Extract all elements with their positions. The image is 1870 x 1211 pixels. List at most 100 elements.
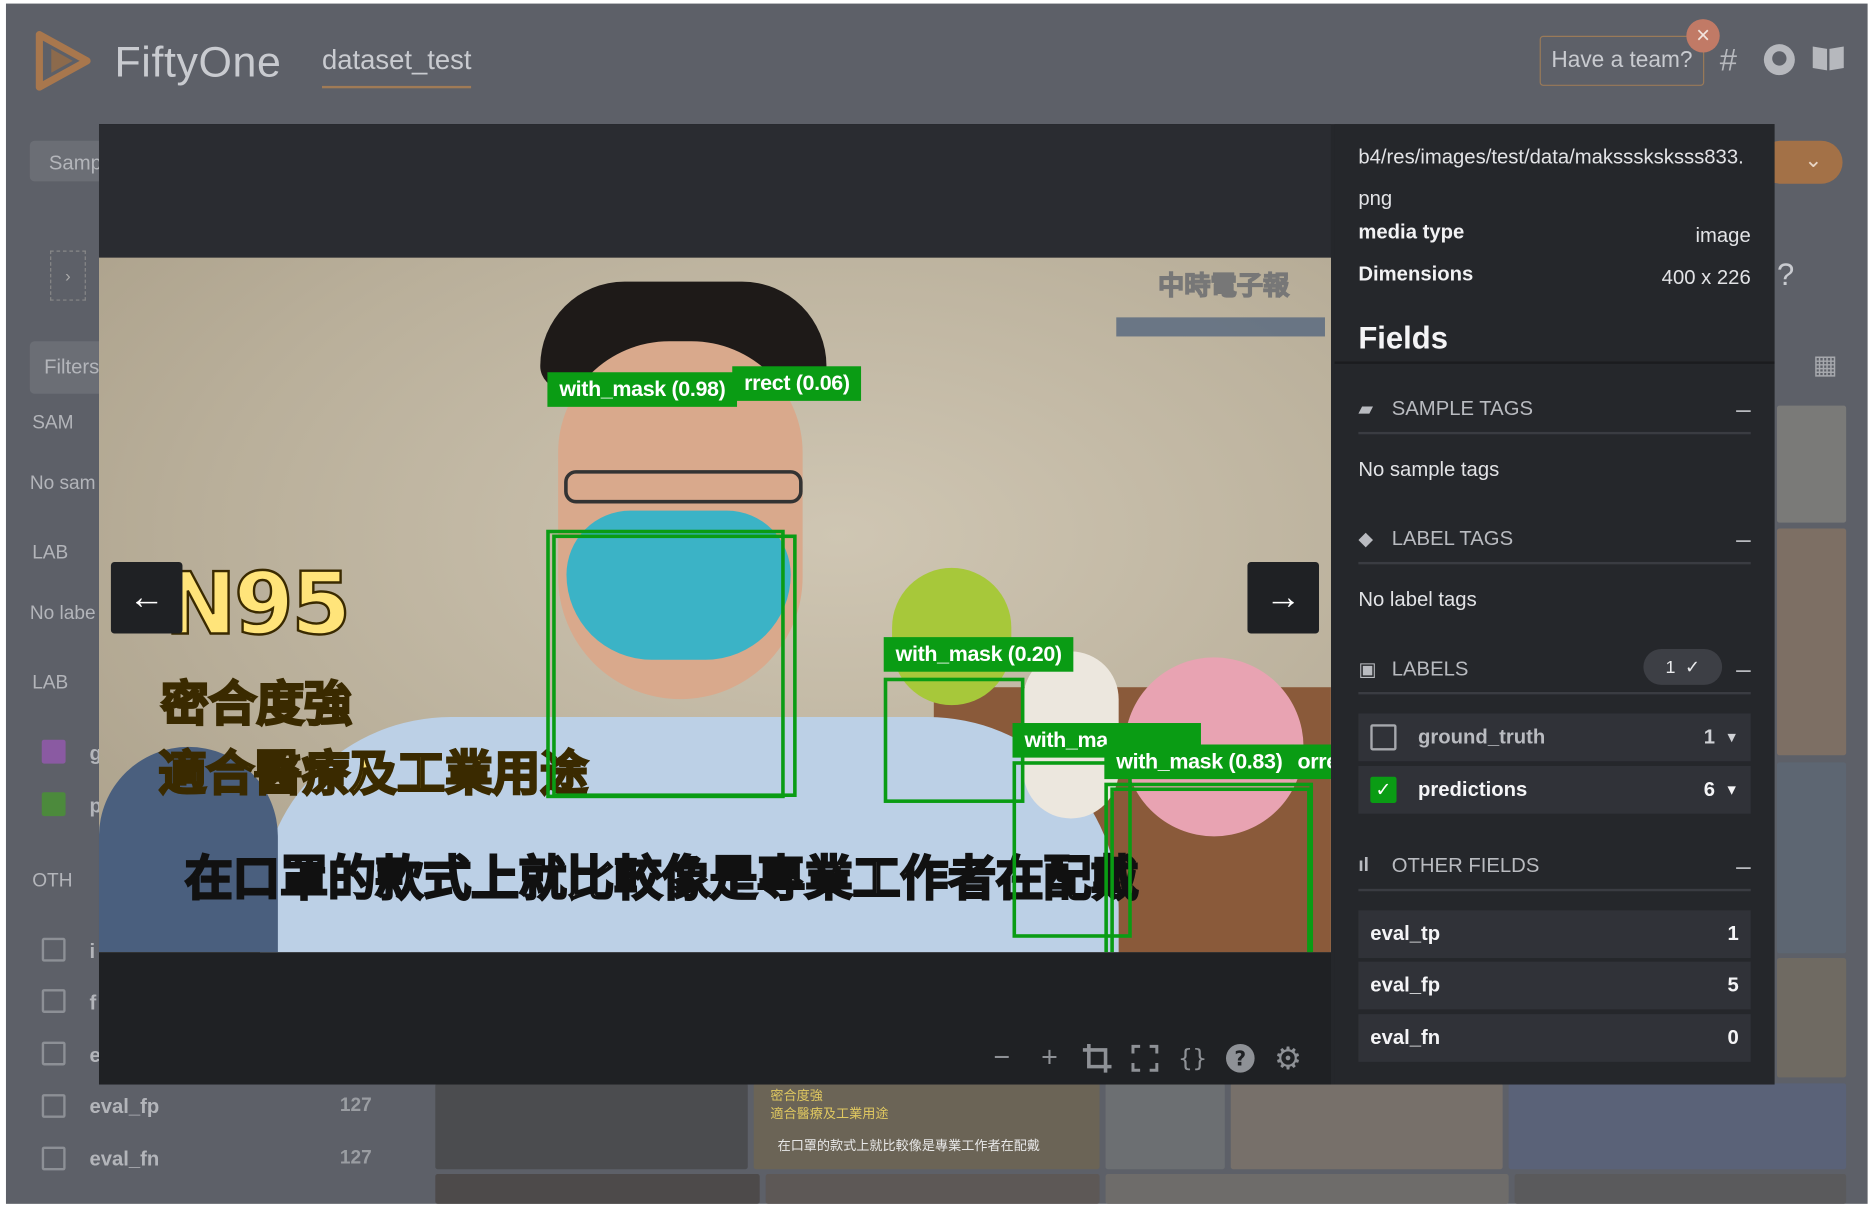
help-icon[interactable]: ? — [1224, 1042, 1257, 1075]
check-icon: ✓ — [1684, 657, 1700, 678]
zoom-out-icon[interactable]: − — [985, 1042, 1018, 1075]
zoom-in-icon[interactable]: + — [1033, 1042, 1066, 1075]
bg-sample-tags-header: SAM — [32, 412, 74, 434]
collapse-icon[interactable]: – — [1736, 656, 1751, 682]
thumbnail[interactable] — [1776, 528, 1847, 756]
bg-eval-fp-count: 127 — [339, 1095, 372, 1116]
thumbnail[interactable] — [1105, 1083, 1225, 1170]
other-field-value: 0 — [1727, 1026, 1739, 1049]
detection-label: with_mask (0.20) — [883, 637, 1074, 672]
sample-image[interactable]: 中時電子報 N95 密合度強 適合醫療及工業用途 在口罩的款式上就比較像是專業工… — [98, 257, 1331, 953]
other-field-name: eval_fn — [1370, 1026, 1441, 1049]
thumbnail[interactable] — [435, 1174, 760, 1204]
label-field-row-ground-truth[interactable]: ground_truth 1 ▼ — [1358, 713, 1751, 762]
fullscreen-icon[interactable] — [1128, 1042, 1161, 1075]
image-caption-line2: 適合醫療及工業用途 — [157, 746, 589, 803]
app-header: FiftyOne dataset_test Have a team? × # — [6, 4, 1868, 121]
sample-modal: 中時電子報 N95 密合度強 適合醫療及工業用途 在口罩的款式上就比較像是專業工… — [98, 124, 1775, 1085]
thumbnail[interactable] — [765, 1174, 1100, 1204]
detection-box[interactable] — [883, 677, 1025, 803]
sample-tags-header[interactable]: ▰ SAMPLE TAGS – — [1358, 387, 1751, 435]
viewer-toolbar: − + {} ? ⚙ — [985, 1040, 1305, 1076]
fields-title: Fields — [1358, 319, 1448, 356]
previous-sample-button[interactable]: ← — [110, 561, 183, 634]
tag-icon: ▰ — [1358, 399, 1374, 420]
image-viewer[interactable]: 中時電子報 N95 密合度強 適合醫療及工業用途 在口罩的款式上就比較像是專業工… — [98, 124, 1331, 1085]
crop-icon[interactable] — [1080, 1042, 1113, 1075]
label-tag-icon: ◆ — [1358, 529, 1374, 551]
bg-field-checkbox[interactable] — [41, 937, 66, 962]
settings-gear-icon[interactable]: ⚙ — [1271, 1040, 1304, 1076]
chevron-down-icon[interactable]: ▼ — [1725, 781, 1739, 798]
collapse-icon[interactable]: – — [1736, 526, 1751, 552]
fiftyone-logo-icon[interactable] — [30, 27, 97, 100]
thumbnail[interactable] — [1514, 1174, 1847, 1204]
other-field-row[interactable]: eval_tp 1 — [1358, 910, 1751, 959]
detection-label: orre — [1290, 744, 1331, 780]
filepath: b4/res/images/test/data/maksssksksss833.… — [1358, 145, 1744, 210]
slack-icon[interactable]: # — [1720, 42, 1737, 79]
collapse-icon[interactable]: – — [1736, 852, 1751, 879]
bg-predictions-checkbox[interactable] — [41, 792, 66, 817]
bg-eval-fn-checkbox[interactable] — [41, 1146, 66, 1171]
other-field-name: eval_tp — [1370, 922, 1441, 945]
no-sample-tags: No sample tags — [1358, 458, 1500, 481]
collapse-icon[interactable]: – — [1736, 396, 1751, 422]
chevron-down-icon[interactable]: ▼ — [1725, 729, 1739, 746]
chevron-down-icon: ⌄ — [1804, 147, 1823, 172]
next-sample-button[interactable]: → — [1247, 561, 1320, 634]
detection-box[interactable] — [546, 529, 785, 799]
brand-name: FiftyOne — [114, 36, 282, 86]
label-field-row-predictions[interactable]: ✓ predictions 6 ▼ — [1358, 765, 1751, 814]
bg-field-checkbox[interactable] — [41, 1041, 66, 1066]
svg-text:?: ? — [1234, 1046, 1246, 1070]
help-icon[interactable]: ? — [1777, 257, 1794, 294]
bg-eval-fn-label: eval_fn — [89, 1147, 160, 1171]
ground-truth-checkbox[interactable] — [1370, 724, 1397, 751]
predictions-checkbox[interactable]: ✓ — [1370, 776, 1397, 803]
thumbnail[interactable] — [1776, 958, 1847, 1078]
dataset-name[interactable]: dataset_test — [322, 44, 472, 89]
thumbnail[interactable] — [1105, 1174, 1509, 1204]
thumb-caption: 密合度強 — [770, 1089, 823, 1104]
close-icon[interactable]: × — [1686, 19, 1720, 53]
label-tags-header[interactable]: ◆ LABEL TAGS – — [1358, 517, 1751, 565]
image-caption-bottom: 在口罩的款式上就比較像是專業工作者在配戴 — [184, 851, 1140, 908]
sample-sidebar: b4/res/images/test/data/maksssksksss833.… — [1334, 124, 1775, 1085]
thumb-caption: 在口罩的款式上就比較像是專業工作者在配戴 — [777, 1139, 1040, 1154]
github-icon[interactable] — [1761, 42, 1797, 86]
grid-icon[interactable]: ▦ — [1813, 350, 1838, 381]
thumbnail[interactable] — [1230, 1083, 1503, 1170]
labels-selected-badge[interactable]: 1 ✓ — [1643, 649, 1723, 685]
dimensions-row: Dimensions 400 x 226 — [1358, 262, 1750, 289]
thumbnail[interactable] — [1776, 405, 1847, 523]
bg-field-checkbox[interactable] — [41, 989, 66, 1013]
other-field-name: eval_fp — [1370, 973, 1441, 997]
divider — [1334, 361, 1775, 364]
bg-field-label: i — [89, 940, 96, 963]
have-a-team-button[interactable]: Have a team? — [1539, 35, 1705, 86]
media-type-key: media type — [1358, 220, 1465, 244]
json-icon[interactable]: {} — [1176, 1042, 1209, 1075]
screen: FiftyOne dataset_test Have a team? × # S… — [0, 0, 1870, 1211]
bg-ground-truth-checkbox[interactable] — [41, 739, 66, 764]
other-fields-title: OTHER FIELDS — [1391, 854, 1540, 877]
thumbnail[interactable] — [435, 1083, 748, 1170]
label-tags-title: LABEL TAGS — [1391, 527, 1514, 551]
media-type-row: media type image — [1358, 221, 1750, 248]
other-field-row[interactable]: eval_fp 5 — [1358, 961, 1751, 1010]
bg-eval-fp-checkbox[interactable] — [41, 1094, 66, 1118]
image-watermark: 中時電子報 — [1157, 270, 1290, 301]
dimensions-value: 400 x 226 — [1661, 266, 1751, 289]
thumbnail[interactable] — [1508, 1083, 1847, 1170]
expand-sidebar-button[interactable]: › — [50, 250, 86, 301]
label-field-count: 6 — [1703, 777, 1716, 801]
thumbnail[interactable] — [1776, 762, 1847, 954]
thumbnail[interactable]: 密合度強 適合醫療及工業用途 在口罩的款式上就比較像是專業工作者在配戴 — [753, 1083, 1100, 1170]
detection-label: with_mask (0.83) — [1104, 744, 1295, 780]
docs-book-icon[interactable] — [1810, 42, 1846, 81]
detection-box[interactable] — [1110, 787, 1311, 953]
other-field-row[interactable]: eval_fn 0 — [1358, 1014, 1751, 1062]
labels-badge-count: 1 — [1665, 656, 1676, 678]
other-fields-header[interactable]: ıl OTHER FIELDS – — [1358, 844, 1751, 892]
